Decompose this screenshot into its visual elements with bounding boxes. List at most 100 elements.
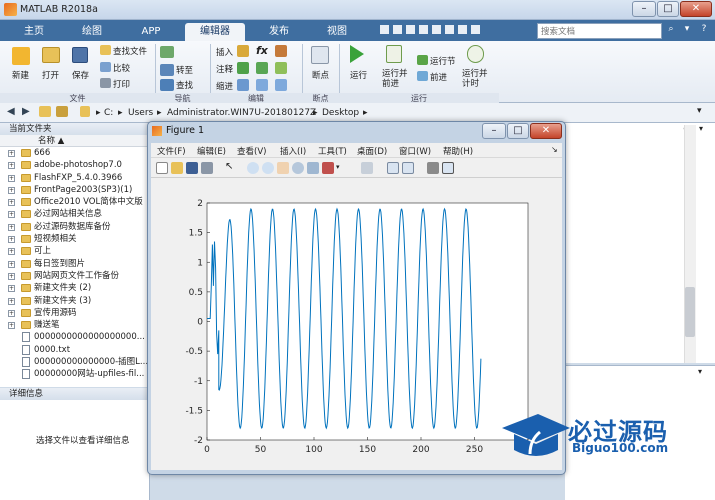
expand-icon[interactable]: + <box>8 260 15 268</box>
breadcrumb-users[interactable]: Users <box>128 108 153 118</box>
brush-dropdown-icon[interactable]: ▾ <box>336 163 348 175</box>
breadcrumb-desktop[interactable]: Desktop <box>322 108 359 118</box>
new-figure-icon[interactable] <box>156 162 168 174</box>
expand-icon[interactable]: + <box>8 174 15 182</box>
breadcrumb-administrator[interactable]: Administrator.WIN7U-20180127Z <box>167 108 316 118</box>
folder-item[interactable]: + FrontPage2003(SP3)(1) <box>0 184 149 196</box>
path-dropdown-icon[interactable]: ▾ <box>697 106 702 116</box>
legend-icon[interactable] <box>402 162 414 174</box>
goto-button[interactable]: 转至 <box>176 64 193 76</box>
menu-window[interactable]: 窗口(W) <box>399 145 431 157</box>
folder-item[interactable]: + 必过网站相关信息 <box>0 208 149 220</box>
fx-button[interactable]: fx <box>256 44 268 57</box>
file-item[interactable]: 0000000000000000000... <box>0 331 149 343</box>
folder-item[interactable]: + 网站网页文件工作备份 <box>0 270 149 282</box>
expand-icon[interactable]: + <box>8 236 15 244</box>
expand-icon[interactable]: + <box>8 199 15 207</box>
zoom-in-icon[interactable] <box>247 162 259 174</box>
print-figure-icon[interactable] <box>201 162 213 174</box>
tab-apps[interactable]: APP <box>126 23 176 41</box>
menu-view[interactable]: 查看(V) <box>237 145 266 157</box>
filter-icon[interactable]: ▾ <box>680 24 694 38</box>
outdent-icon[interactable] <box>275 79 287 91</box>
indent-icon[interactable] <box>256 79 268 91</box>
data-cursor-icon[interactable] <box>307 162 319 174</box>
advance-button[interactable]: 前进 <box>430 71 447 83</box>
menu-tools[interactable]: 工具(T) <box>318 145 347 157</box>
expand-icon[interactable]: + <box>8 162 15 170</box>
folder-item[interactable]: + 宣传用源码 <box>0 307 149 319</box>
expand-icon[interactable]: + <box>8 248 15 256</box>
expand-icon[interactable]: + <box>8 297 15 305</box>
comment-button[interactable]: 注释 <box>216 63 233 75</box>
tab-editor[interactable]: 编辑器 <box>185 23 245 41</box>
expand-icon[interactable]: + <box>8 322 15 330</box>
link-plot-icon[interactable] <box>361 162 373 174</box>
find-files-button[interactable]: 查找文件 <box>113 45 147 57</box>
pointer-icon[interactable]: ↖ <box>225 161 237 173</box>
folder-item[interactable]: + 短视频相关 <box>0 233 149 245</box>
expand-icon[interactable]: + <box>8 223 15 231</box>
run-button[interactable]: 运行 <box>350 69 367 81</box>
file-item[interactable]: 000000000000000-插图L... <box>0 356 149 368</box>
indent-button[interactable]: 缩进 <box>216 80 233 92</box>
tab-publish[interactable]: 发布 <box>255 23 303 41</box>
find-button[interactable]: 查找 <box>176 79 193 91</box>
breakpoints-button[interactable]: 断点 <box>312 69 329 81</box>
folder-item[interactable]: + adobe-photoshop7.0 <box>0 159 149 171</box>
expand-icon[interactable]: + <box>8 211 15 219</box>
open-button[interactable]: 打开 <box>42 69 59 81</box>
pan-icon[interactable] <box>277 162 289 174</box>
figure-close-button[interactable]: ✕ <box>530 123 562 139</box>
zoom-out-icon[interactable] <box>262 162 274 174</box>
menu-help[interactable]: 帮助(H) <box>443 145 473 157</box>
insert-button[interactable]: 插入 <box>216 46 233 58</box>
colorbar-icon[interactable] <box>387 162 399 174</box>
browse-folder-icon[interactable] <box>56 106 68 117</box>
run-advance-button[interactable]: 运行并前进 <box>382 69 412 89</box>
run-section-button[interactable]: 运行节 <box>430 55 456 67</box>
file-item[interactable]: 00000000网站-upfiles-fil... <box>0 368 149 380</box>
minimize-button[interactable]: – <box>632 1 656 17</box>
expand-icon[interactable]: + <box>8 150 15 157</box>
save-figure-icon[interactable] <box>186 162 198 174</box>
tab-plots[interactable]: 绘图 <box>68 23 116 41</box>
back-icon[interactable]: ◀ <box>7 106 15 117</box>
save-button[interactable]: 保存 <box>72 69 89 81</box>
search-icon[interactable]: ⌕ <box>664 24 678 38</box>
dock-arrow-icon[interactable]: ↘ <box>551 145 558 154</box>
file-item[interactable]: 0000.txt <box>0 344 149 356</box>
up-folder-icon[interactable] <box>39 106 51 117</box>
figure-minimize-button[interactable]: – <box>482 123 506 139</box>
brush-icon[interactable] <box>322 162 334 174</box>
folder-item[interactable]: + 必过源码数据库备份 <box>0 221 149 233</box>
open-file-icon[interactable] <box>171 162 183 174</box>
folder-item[interactable]: + 新建文件夹 (2) <box>0 282 149 294</box>
print-button[interactable]: 打印 <box>113 78 130 90</box>
folder-item[interactable]: +666 <box>0 147 149 159</box>
function-icon[interactable] <box>275 45 287 57</box>
tab-home[interactable]: 主页 <box>10 23 58 41</box>
folder-item[interactable]: + 新建文件夹 (3) <box>0 295 149 307</box>
rotate-icon[interactable] <box>292 162 304 174</box>
forward-icon[interactable]: ▶ <box>22 106 30 117</box>
close-button[interactable]: ✕ <box>680 1 712 17</box>
menu-file[interactable]: 文件(F) <box>157 145 186 157</box>
expand-icon[interactable]: + <box>8 186 15 194</box>
folder-item[interactable]: + Office2010 VOL简体中文版 <box>0 196 149 208</box>
folder-item[interactable]: + 每日签到图片 <box>0 258 149 270</box>
wrap-comment-icon[interactable] <box>275 62 287 74</box>
name-column-header[interactable]: 名称 ▲ <box>0 135 149 147</box>
tab-view[interactable]: 视图 <box>313 23 361 41</box>
run-and-time-button[interactable]: 运行并计时 <box>462 69 492 89</box>
panel-close-icon[interactable]: ▾ <box>699 124 703 133</box>
search-documentation-input[interactable] <box>537 23 662 39</box>
compare-button[interactable]: 比较 <box>113 62 130 74</box>
new-button[interactable]: 新建 <box>12 69 29 81</box>
workspace-menu-icon[interactable]: ▾ <box>698 367 702 376</box>
figure-maximize-button[interactable]: □ <box>507 123 529 139</box>
scrollbar-thumb[interactable] <box>685 287 695 337</box>
folder-item[interactable]: + 赚送笔 <box>0 319 149 331</box>
breadcrumb-drive[interactable]: C: <box>104 108 113 118</box>
uncomment-icon[interactable] <box>256 62 268 74</box>
